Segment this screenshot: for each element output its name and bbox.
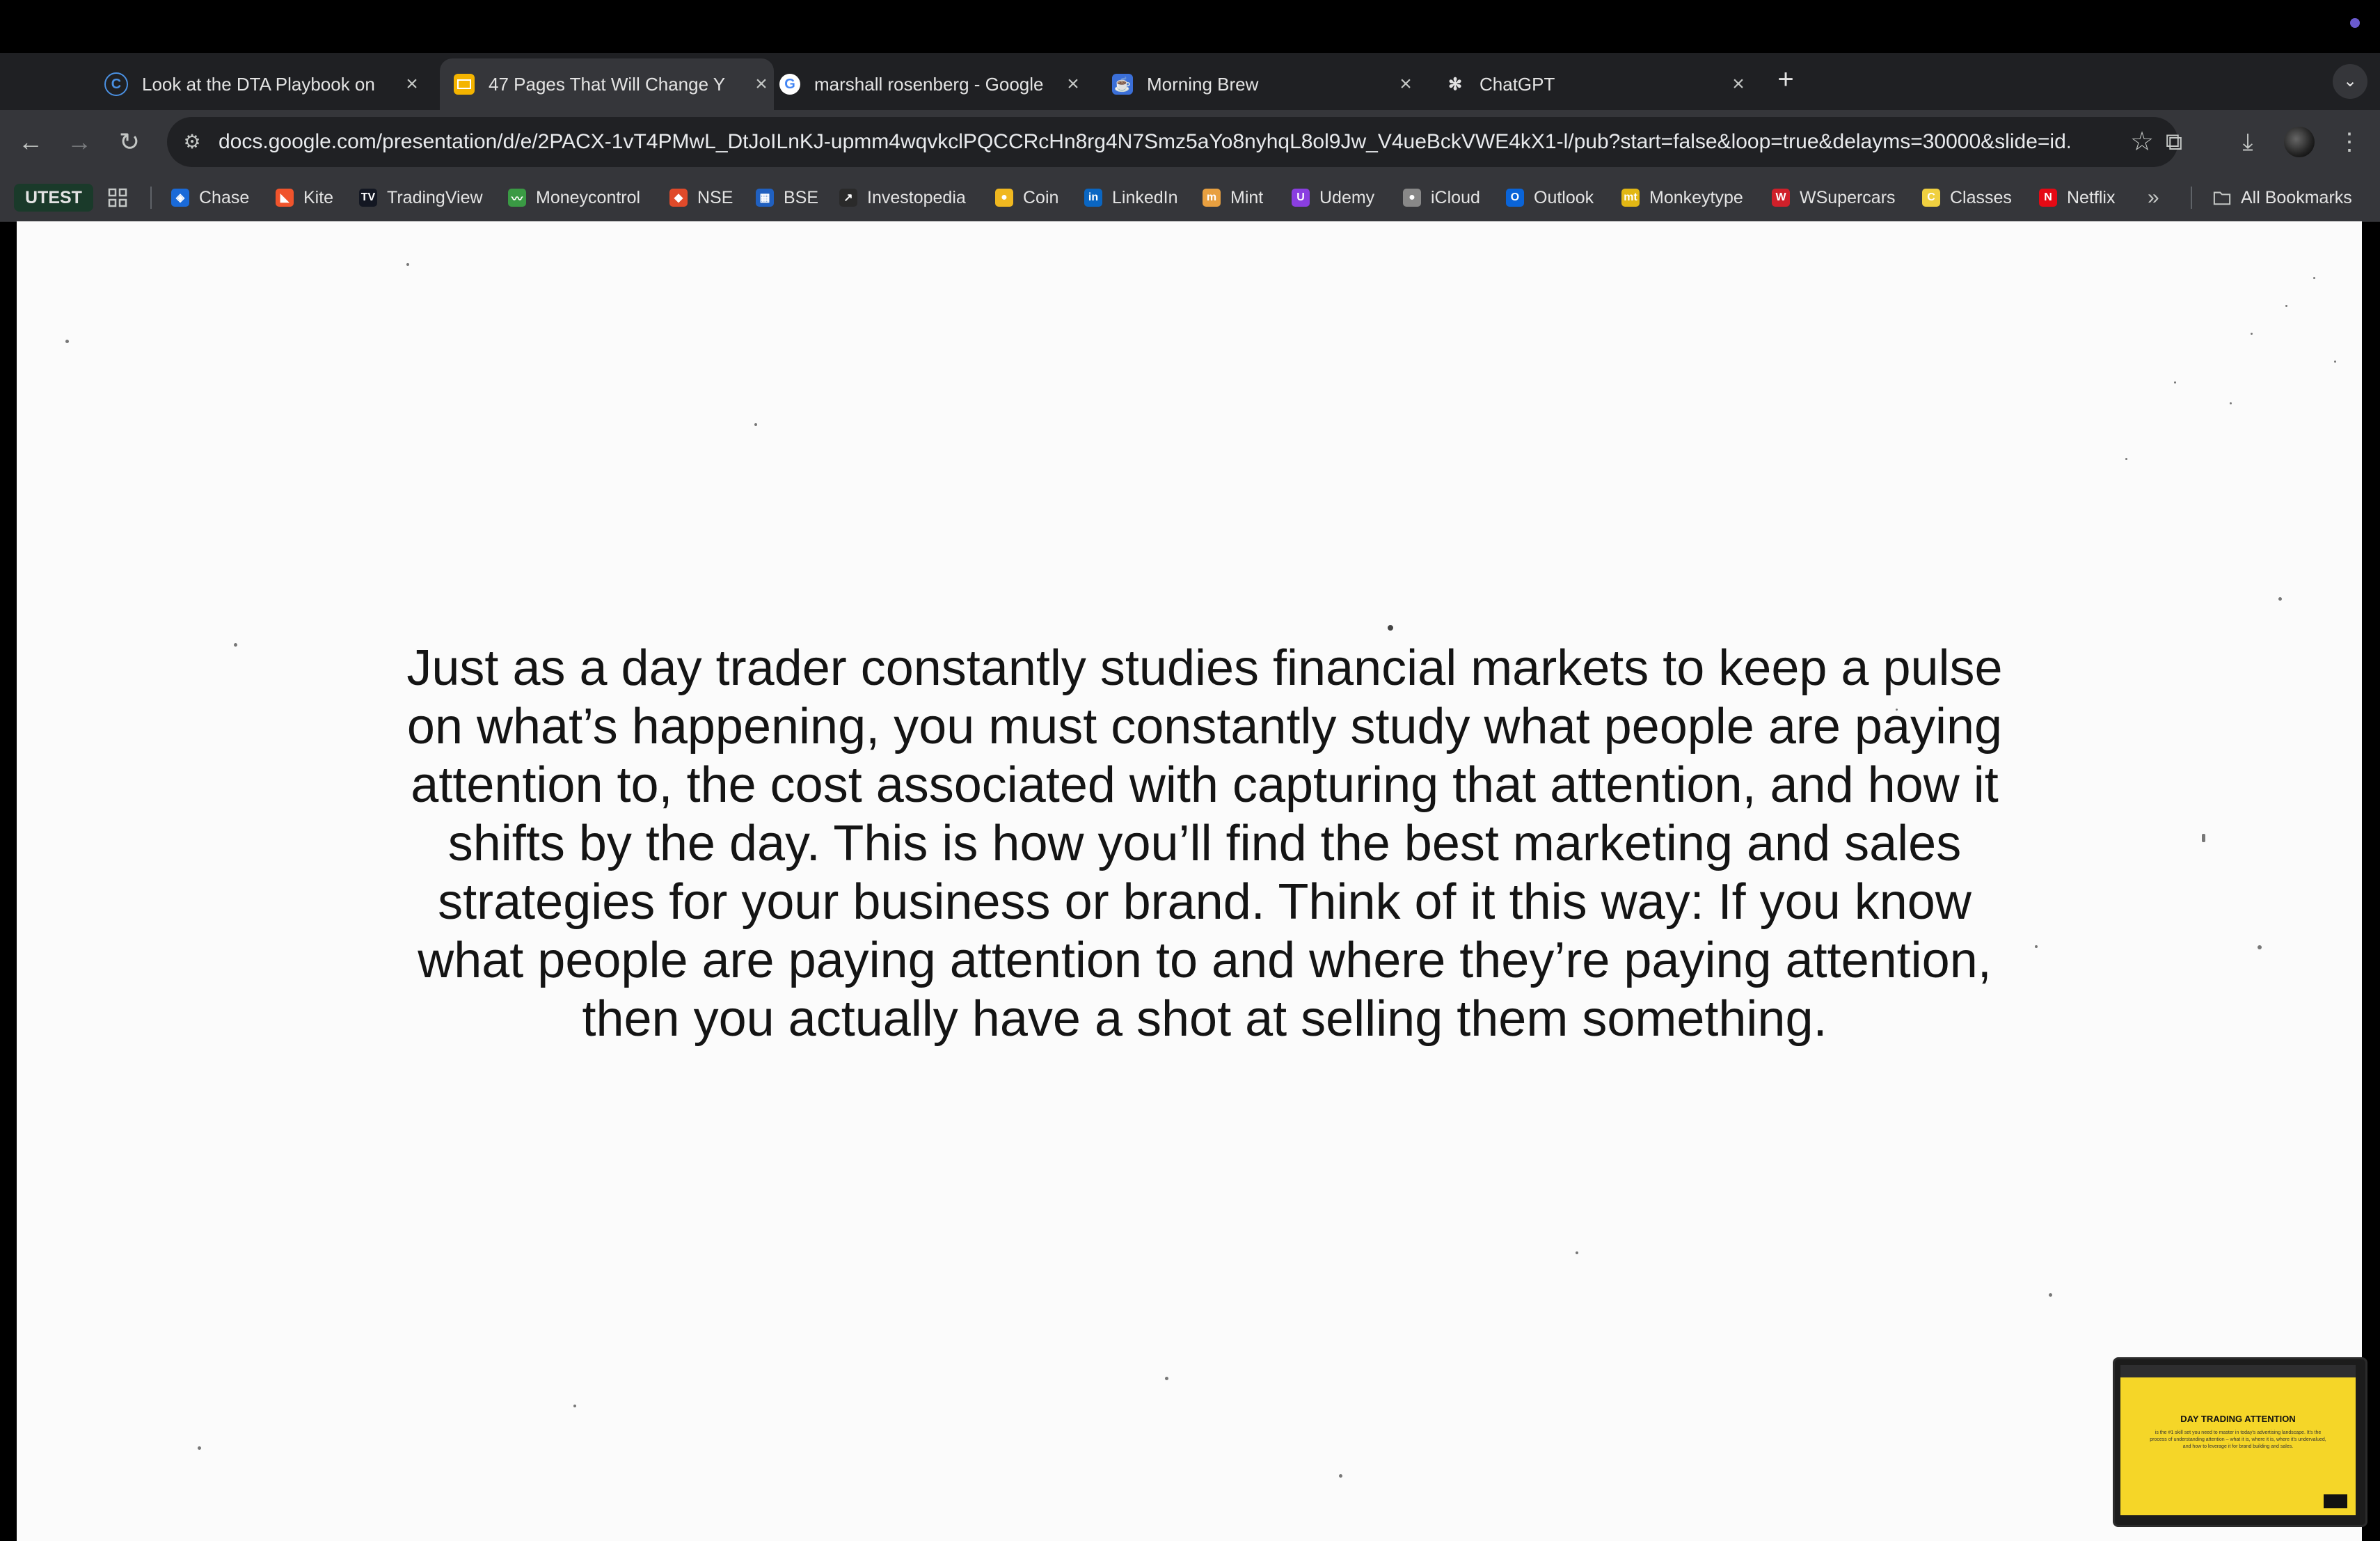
bookmark-mint[interactable]: m Mint: [1203, 182, 1263, 213]
nse-icon: ◆: [669, 189, 688, 207]
morning-brew-icon: ☕: [1112, 74, 1133, 95]
google-icon: G: [779, 74, 800, 95]
bse-icon: ▦: [756, 189, 774, 207]
slide-line: attention to, the cost associated with c…: [411, 757, 1999, 813]
site-info-icon[interactable]: ⚙: [177, 127, 207, 157]
slide-body-text: Just as a day trader constantly studies …: [406, 639, 2003, 1048]
kite-icon: ◣: [276, 189, 294, 207]
status-dot-icon: [2350, 18, 2360, 28]
apps-grid-icon[interactable]: [107, 182, 128, 213]
tab-chatgpt[interactable]: ✻ ChatGPT ×: [1445, 58, 1751, 110]
bookmark-kite[interactable]: ◣ Kite: [276, 182, 333, 213]
thumbnail-body: is the #1 skill set you need to master i…: [2150, 1430, 2326, 1449]
new-tab-button[interactable]: +: [1770, 64, 1801, 95]
bookmark-linkedin[interactable]: in LinkedIn: [1084, 182, 1178, 213]
slides-icon: [454, 74, 475, 95]
folder-icon: [2213, 189, 2231, 207]
slide-line: strategies for your business or brand. T…: [438, 874, 1972, 930]
back-button[interactable]: ←: [10, 121, 51, 163]
bookmark-investopedia[interactable]: ↗ Investopedia: [839, 182, 966, 213]
thumbnail-browser-bar: [2120, 1365, 2356, 1377]
close-icon[interactable]: ×: [399, 72, 425, 96]
menu-bar: [0, 0, 2380, 53]
picture-in-picture-thumbnail[interactable]: DAY TRADING ATTENTION is the #1 skill se…: [2113, 1357, 2367, 1527]
bookmark-separator: [2191, 187, 2192, 209]
profile-avatar[interactable]: [2284, 127, 2315, 157]
bookmark-icloud[interactable]: ● iCloud: [1403, 182, 1480, 213]
wsupercars-icon: W: [1772, 189, 1790, 207]
apple-icon: ●: [1403, 189, 1421, 207]
toolbar: ← → ↻ ⚙ docs.google.com/presentation/d/e…: [0, 110, 2380, 174]
tab-title: Morning Brew: [1147, 73, 1259, 95]
forward-button[interactable]: →: [58, 121, 100, 163]
coin-icon: ●: [995, 189, 1013, 207]
tab-dta-playbook[interactable]: C Look at the DTA Playbook on ×: [104, 58, 425, 110]
bookmark-tradingview[interactable]: TV TradingView: [359, 182, 483, 213]
chatgpt-icon: ✻: [1447, 74, 1463, 94]
bookmark-outlook[interactable]: O Outlook: [1506, 182, 1594, 213]
classes-icon: C: [1922, 189, 1940, 207]
tab-title: marshall rosenberg - Google: [814, 73, 1044, 95]
bookmark-coin[interactable]: ● Coin: [995, 182, 1058, 213]
mint-icon: m: [1203, 189, 1221, 207]
bookmark-star-icon[interactable]: ☆: [2125, 125, 2159, 159]
close-icon[interactable]: ×: [1061, 72, 1086, 96]
download-icon[interactable]: ⤓: [2230, 124, 2266, 160]
thumbnail-title: DAY TRADING ATTENTION: [2180, 1414, 2296, 1424]
bookmark-separator: [150, 187, 152, 209]
tab-morning-brew[interactable]: ☕ Morning Brew ×: [1112, 58, 1418, 110]
tab-title: Look at the DTA Playbook on: [142, 73, 375, 95]
thumbnail-slide: DAY TRADING ATTENTION is the #1 skill se…: [2120, 1377, 2356, 1515]
moneycontrol-icon: 〰: [508, 189, 526, 207]
extensions-icon[interactable]: ⧉: [2156, 124, 2192, 160]
utest-bookmark[interactable]: UTEST: [14, 184, 93, 212]
tab-marshall-rosenberg[interactable]: G marshall rosenberg - Google ×: [779, 58, 1086, 110]
url-text[interactable]: docs.google.com/presentation/d/e/2PACX-1…: [219, 117, 2070, 167]
slide-line: on what’s happening, you must constantly…: [406, 699, 2003, 754]
tab-search-button[interactable]: ⌄: [2333, 64, 2367, 99]
reload-button[interactable]: ↻: [109, 121, 150, 163]
bookmark-moneycontrol[interactable]: 〰 Moneycontrol: [508, 182, 640, 213]
tab-47-pages[interactable]: 47 Pages That Will Change Y ×: [440, 58, 774, 110]
investopedia-icon: ↗: [839, 189, 857, 207]
tradingview-icon: TV: [359, 189, 377, 207]
thumbnail-control: [2324, 1494, 2347, 1508]
bookmark-udemy[interactable]: U Udemy: [1292, 182, 1374, 213]
more-bookmarks-chevron-icon[interactable]: »: [2148, 182, 2159, 213]
linkedin-icon: in: [1084, 189, 1102, 207]
bookmark-chase[interactable]: ◈ Chase: [171, 182, 249, 213]
tab-title: 47 Pages That Will Change Y: [489, 73, 726, 95]
monkeytype-icon: mt: [1621, 189, 1640, 207]
close-icon[interactable]: ×: [1726, 72, 1751, 96]
slide-line: shifts by the day. This is how you’ll fi…: [447, 816, 1962, 871]
slide-canvas: Just as a day trader constantly studies …: [17, 221, 2362, 1541]
chase-icon: ◈: [171, 189, 189, 207]
bookmark-monkeytype[interactable]: mt Monkeytype: [1621, 182, 1743, 213]
outlook-icon: O: [1506, 189, 1524, 207]
all-bookmarks-folder[interactable]: All Bookmarks: [2213, 182, 2352, 213]
bookmark-wsupercars[interactable]: W WSupercars: [1772, 182, 1896, 213]
bookmark-classes[interactable]: C Classes: [1922, 182, 2012, 213]
close-icon[interactable]: ×: [749, 72, 774, 96]
bookmark-netflix[interactable]: N Netflix: [2039, 182, 2115, 213]
bookmark-nse[interactable]: ◆ NSE: [669, 182, 733, 213]
slide-line: what people are paying attention to and …: [418, 933, 1992, 988]
address-bar[interactable]: ⚙ docs.google.com/presentation/d/e/2PACX…: [167, 117, 2178, 167]
netflix-icon: N: [2039, 189, 2057, 207]
tab-strip: C Look at the DTA Playbook on × 47 Pages…: [0, 53, 2380, 148]
c-favicon-icon: C: [104, 72, 128, 96]
menu-icon[interactable]: ⋮: [2331, 124, 2367, 160]
slide-line: Just as a day trader constantly studies …: [406, 640, 2003, 696]
bookmark-bse[interactable]: ▦ BSE: [756, 182, 818, 213]
udemy-icon: U: [1292, 189, 1310, 207]
tab-title: ChatGPT: [1479, 73, 1555, 95]
bookmarks-bar: UTEST ◈ Chase ◣ Kite TV TradingView 〰 Moneyc…: [0, 174, 2380, 222]
slide-line: then you actually have a shot at selling…: [582, 991, 1827, 1047]
close-icon[interactable]: ×: [1393, 72, 1418, 96]
